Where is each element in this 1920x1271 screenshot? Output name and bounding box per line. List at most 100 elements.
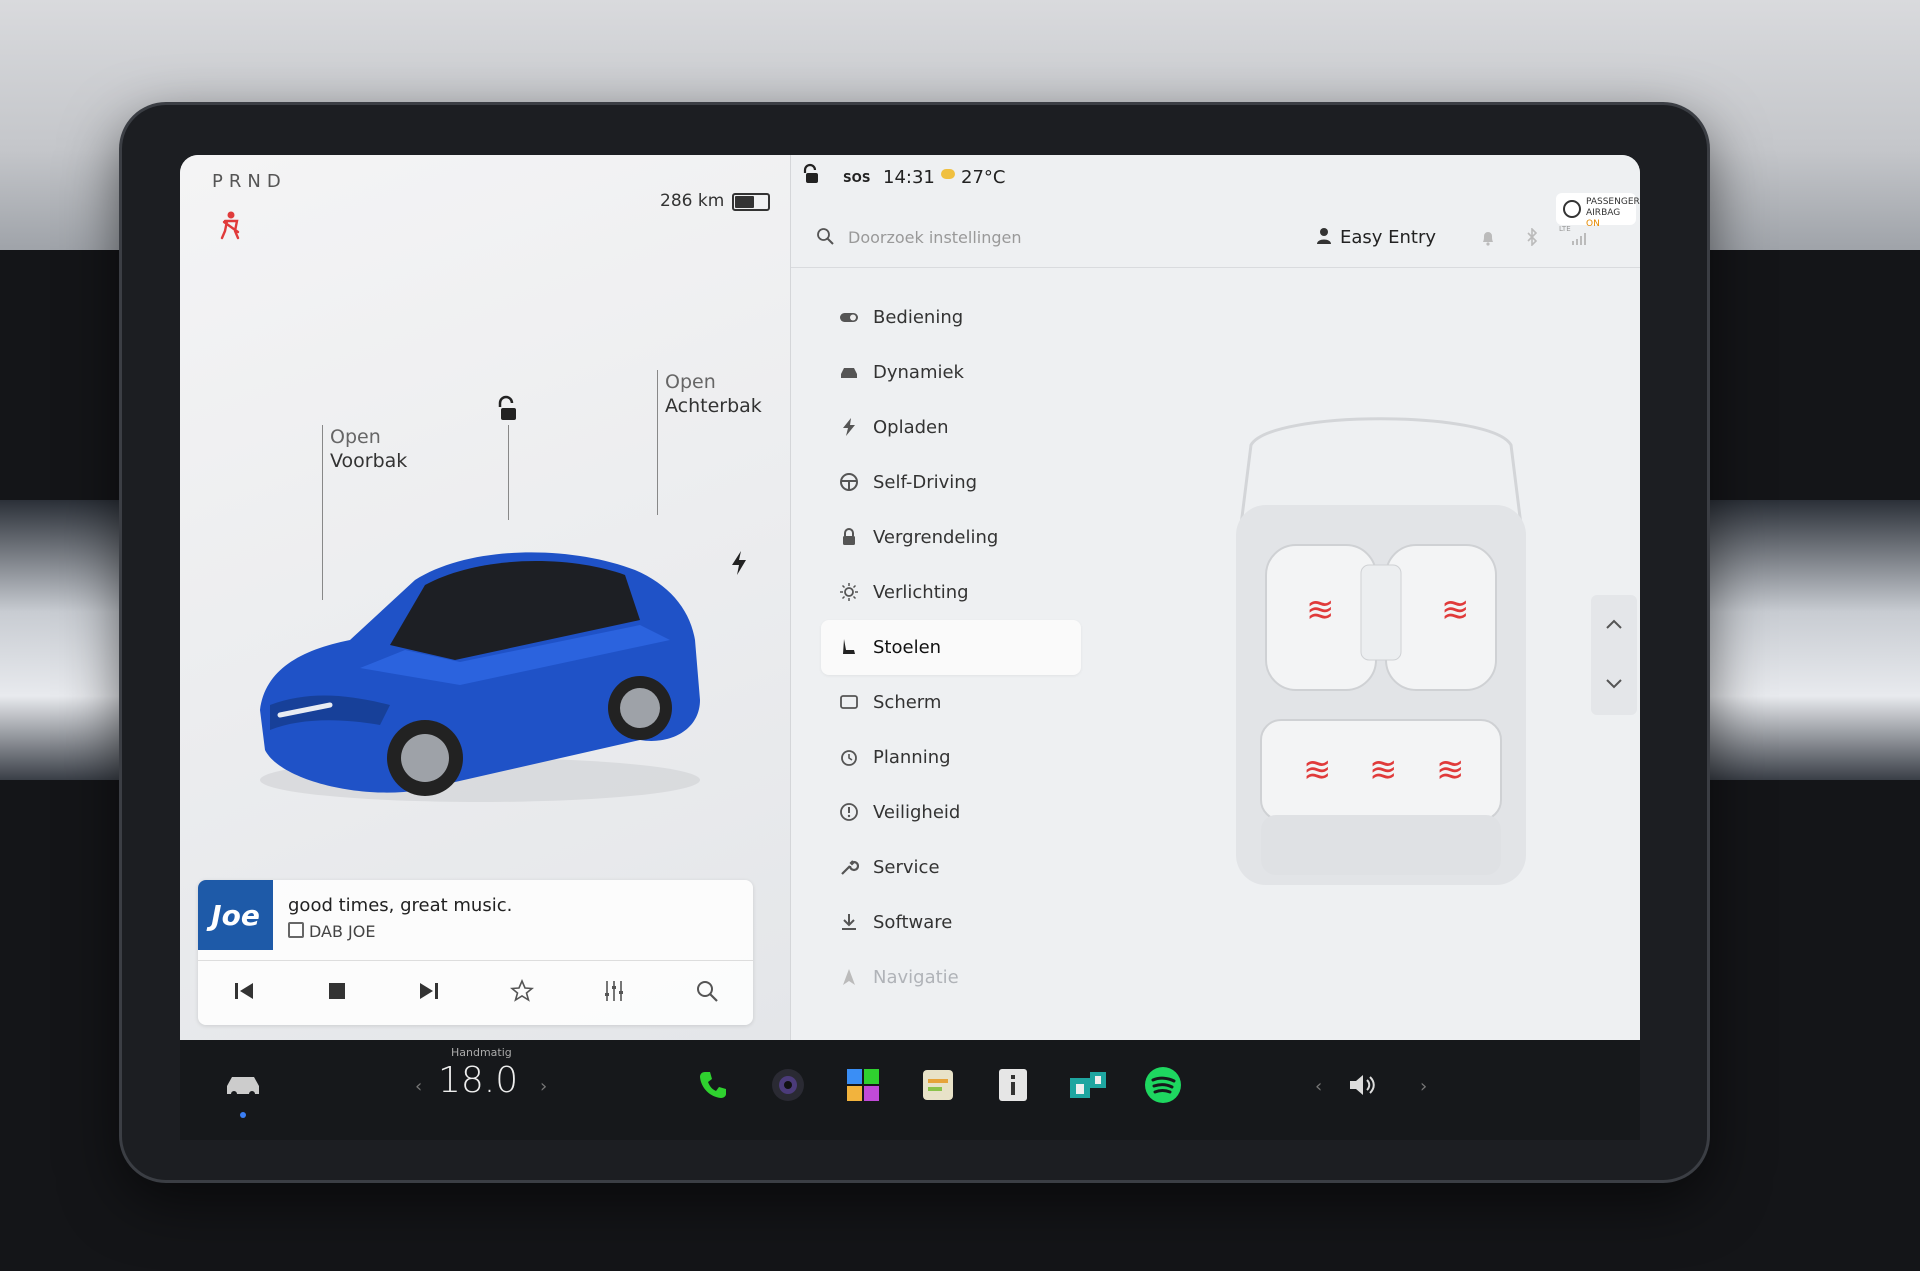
favorite-star-icon[interactable] (507, 976, 537, 1006)
settings-panel: SOS 14:31 27°C PASSENGER AIRBAG ON Easy … (791, 155, 1640, 1040)
menu-item-label: Vergrendeling (873, 527, 999, 548)
wrench-icon (839, 857, 860, 877)
menu-item-veiligheid[interactable]: Veiligheid (821, 785, 1081, 840)
cellular-signal-icon (1572, 233, 1586, 245)
seat-heater-rear-center-icon[interactable]: ≋ (1369, 750, 1409, 790)
volume-down-icon[interactable]: ‹ (1315, 1076, 1322, 1097)
seat-heater-diagram (1236, 417, 1526, 885)
range-readout: 286 km (660, 191, 725, 211)
settings-search-input[interactable] (846, 221, 1230, 253)
touchscreen: PRND 286 km Open Voorbak Open Achterbak (180, 155, 1640, 1040)
frunk-button[interactable]: Open Voorbak (330, 425, 407, 473)
menu-item-self-driving[interactable]: Self-Driving (821, 455, 1081, 510)
seat-heater-passenger-icon[interactable]: ≋ (1441, 590, 1481, 630)
menu-item-label: Service (873, 857, 940, 878)
menu-item-dynamiek[interactable]: Dynamiek (821, 345, 1081, 400)
menu-item-bediening[interactable]: Bediening (821, 290, 1081, 345)
toybox-icon[interactable] (1065, 1062, 1111, 1108)
radio-icon (288, 922, 304, 938)
sun-icon (839, 582, 859, 602)
scroll-down-icon[interactable] (1599, 669, 1629, 699)
search-icon (817, 228, 834, 245)
profile-name: Easy Entry (1340, 227, 1437, 248)
media-search-icon[interactable] (692, 976, 722, 1006)
toggle-icon (839, 307, 859, 327)
trunk-label: Achterbak (665, 395, 762, 417)
track-title: good times, great music. (288, 895, 513, 916)
alarm-icon (839, 747, 859, 767)
next-track-icon[interactable] (414, 976, 444, 1006)
download-icon (839, 912, 859, 932)
cabin-temperature[interactable]: 18.0 (438, 1060, 518, 1101)
menu-item-opladen[interactable]: Opladen (821, 400, 1081, 455)
car-status-panel: PRND 286 km Open Voorbak Open Achterbak (180, 155, 790, 1040)
nav-icon (839, 967, 859, 987)
menu-item-navigatie[interactable]: Navigatie (821, 950, 1081, 1005)
car-3d-model (260, 552, 700, 802)
temp-down-icon[interactable]: ‹ (415, 1076, 422, 1097)
equalizer-icon[interactable] (599, 976, 629, 1006)
seat-heater-rear-right-icon[interactable]: ≋ (1436, 750, 1476, 790)
outside-temperature: 27°C (961, 167, 1006, 188)
seat-heater-driver-icon[interactable]: ≋ (1306, 590, 1346, 630)
menu-item-stoelen[interactable]: Stoelen (821, 620, 1081, 675)
menu-item-label: Bediening (873, 307, 964, 328)
menu-item-scherm[interactable]: Scherm (821, 675, 1081, 730)
seat-heater-rear-left-icon[interactable]: ≋ (1303, 750, 1343, 790)
station-name: DAB JOE (288, 922, 375, 941)
app-launcher-icon[interactable] (840, 1062, 886, 1108)
person-icon (1317, 228, 1331, 244)
owners-manual-icon[interactable] (990, 1062, 1036, 1108)
menu-item-label: Stoelen (873, 637, 942, 658)
trunk-action: Open (665, 371, 716, 393)
bluetooth-icon[interactable] (1526, 228, 1538, 246)
bell-icon[interactable] (1481, 230, 1495, 246)
menu-item-vergrendeling[interactable]: Vergrendeling (821, 510, 1081, 565)
menu-item-label: Scherm (873, 692, 942, 713)
stop-icon[interactable] (322, 976, 352, 1006)
settings-menu: Bediening Dynamiek Opladen Self-Driving Verg… (821, 290, 1081, 1005)
previous-track-icon[interactable] (229, 976, 259, 1006)
menu-item-label: Veiligheid (873, 802, 961, 823)
frunk-label: Voorbak (330, 450, 408, 472)
media-player[interactable]: Joe good times, great music. DAB JOE (198, 880, 753, 1025)
steering-wheel-icon (839, 472, 859, 492)
menu-item-label: Dynamiek (873, 362, 964, 383)
status-bar: SOS 14:31 27°C (791, 155, 1640, 201)
media-controls (198, 960, 753, 1021)
menu-item-verlichting[interactable]: Verlichting (821, 565, 1081, 620)
menu-item-label: Software (873, 912, 953, 933)
lock-icon (839, 527, 859, 547)
charge-port-icon[interactable] (730, 550, 748, 576)
settings-search-bar: Easy Entry LTE (791, 205, 1640, 268)
station-name-text: DAB JOE (309, 922, 376, 941)
trunk-button[interactable]: Open Achterbak (665, 370, 762, 418)
driver-profile-button[interactable]: Easy Entry (1316, 227, 1436, 248)
car-icon (839, 362, 859, 382)
gear-selector: PRND (212, 171, 287, 192)
scroll-up-icon[interactable] (1599, 609, 1629, 639)
battery-icon (732, 193, 770, 211)
menu-item-label: Planning (873, 747, 951, 768)
temp-up-icon[interactable]: › (540, 1076, 547, 1097)
menu-item-label: Opladen (873, 417, 949, 438)
camera-icon[interactable] (765, 1062, 811, 1108)
bottom-dock: ‹ Handmatig 18.0 › ‹ › (180, 1040, 1640, 1140)
phone-icon[interactable] (690, 1062, 736, 1108)
volume-icon[interactable] (1340, 1062, 1386, 1108)
climate-mode-label: Handmatig (451, 1046, 512, 1059)
menu-item-service[interactable]: Service (821, 840, 1081, 895)
frunk-action: Open (330, 426, 381, 448)
menu-item-label: Verlichting (873, 582, 969, 603)
menu-item-software[interactable]: Software (821, 895, 1081, 950)
spotify-icon[interactable] (1140, 1062, 1186, 1108)
screen-icon (839, 692, 859, 712)
menu-item-planning[interactable]: Planning (821, 730, 1081, 785)
door-lock-icon[interactable] (801, 163, 821, 185)
unlock-icon[interactable] (495, 395, 521, 423)
car-controls-icon[interactable] (220, 1062, 266, 1108)
volume-up-icon[interactable]: › (1420, 1076, 1427, 1097)
calendar-icon[interactable] (915, 1062, 961, 1108)
lte-label: LTE (1559, 225, 1571, 233)
sos-button[interactable]: SOS (843, 171, 871, 185)
